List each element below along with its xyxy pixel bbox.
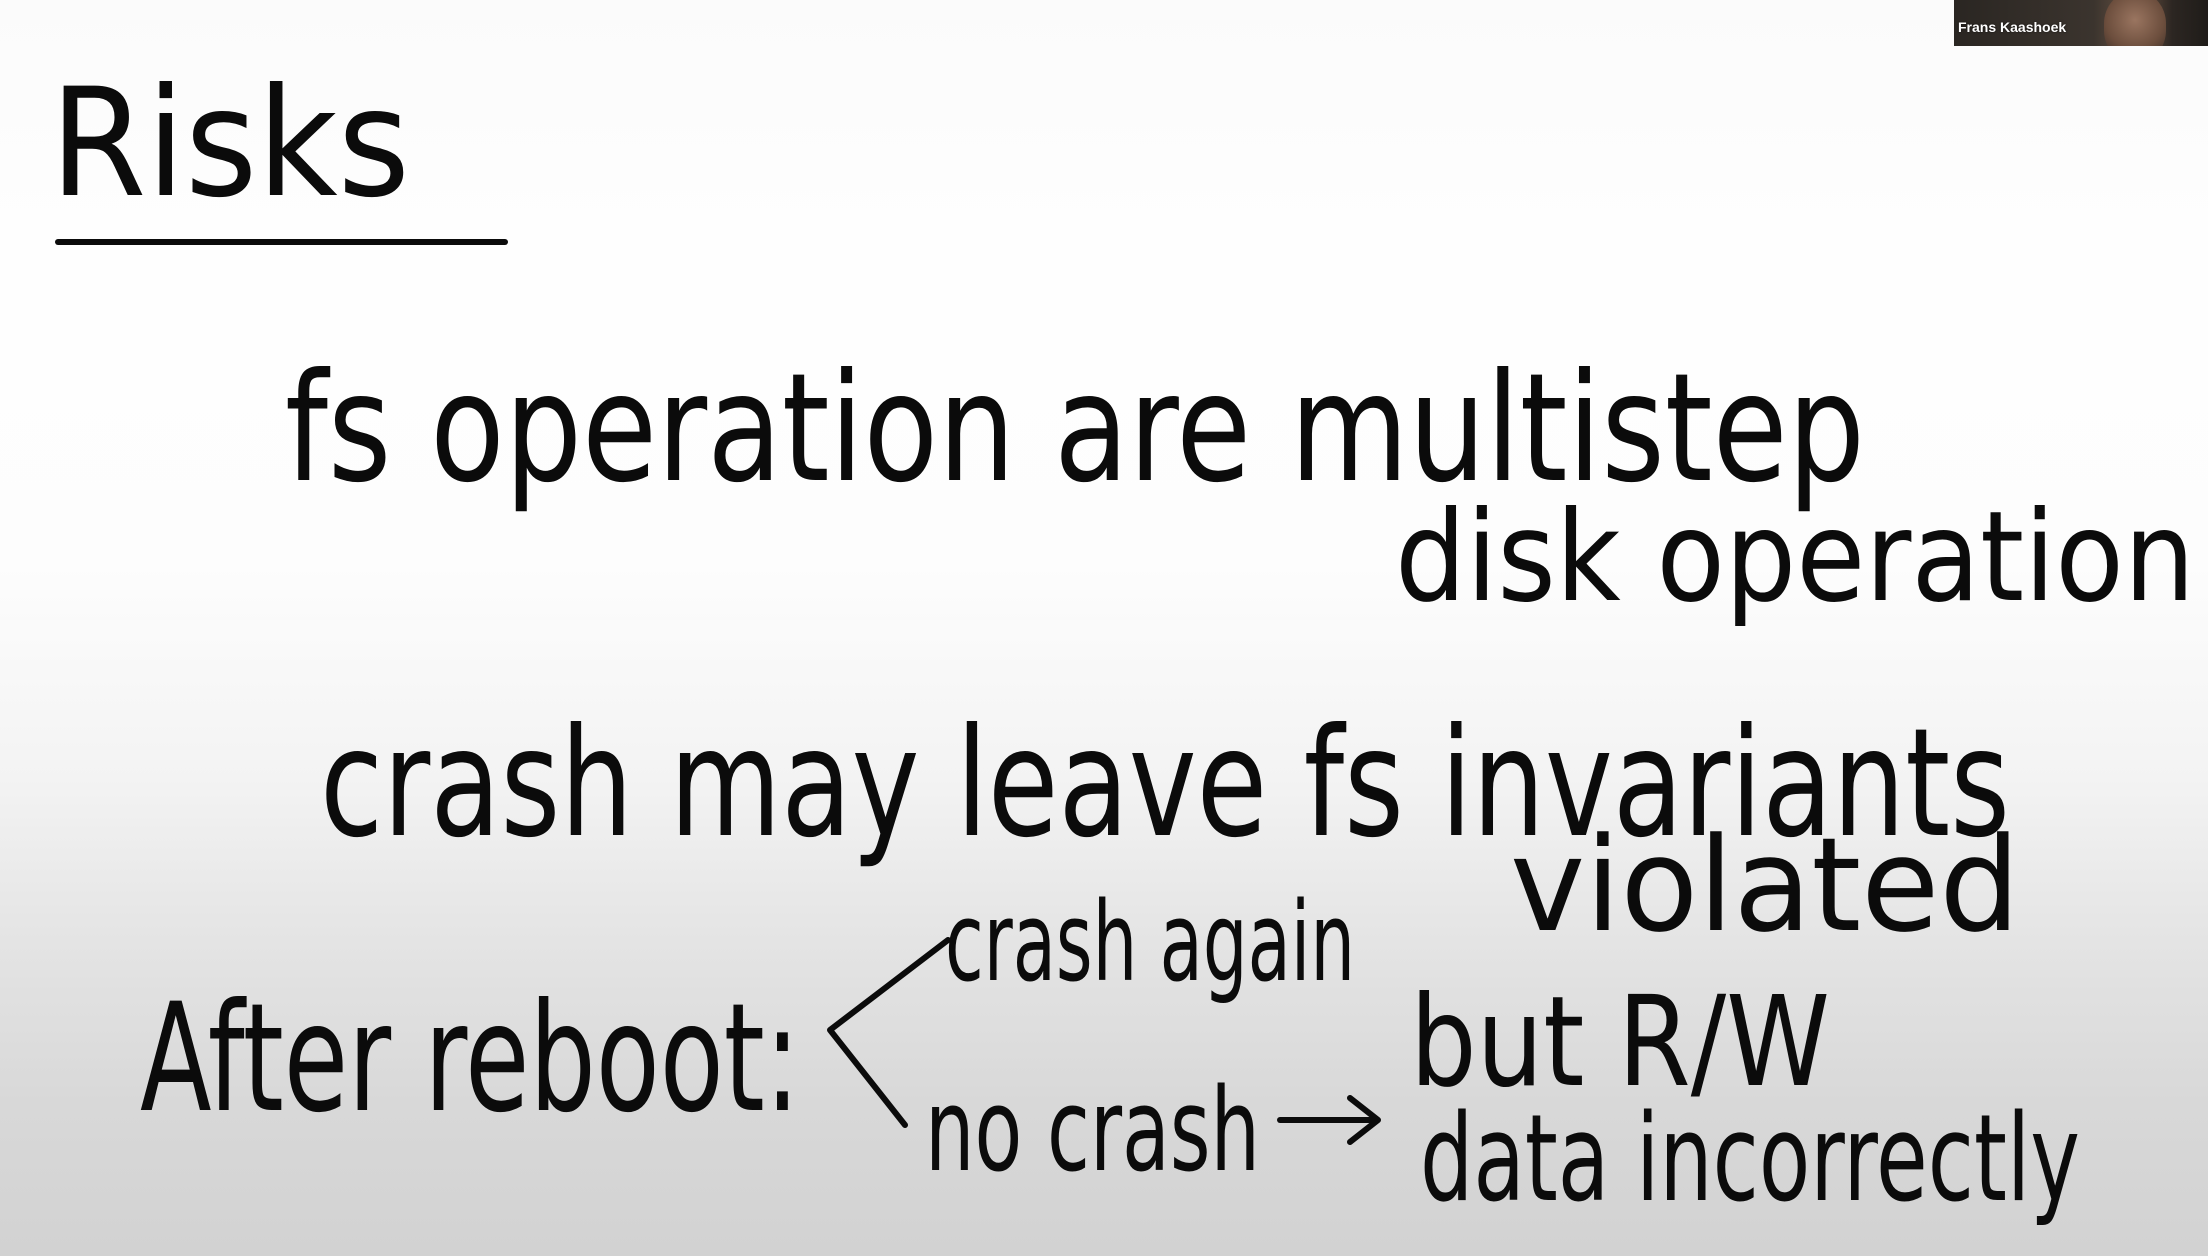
note-line-disk-operation: disk operation [1395, 485, 2195, 630]
branch-no-crash: no crash [925, 1064, 1260, 1198]
result-data-incorrectly: data incorrectly [1420, 1090, 2080, 1229]
handwriting-layer: Risks fs operation are multistep disk op… [50, 57, 2195, 1229]
note-line-violated: violated [1510, 809, 2020, 961]
participant-name-label: Frans Kaashoek [1958, 19, 2067, 35]
branch-crash-again: crash again [945, 878, 1355, 1006]
notes-title: Risks [50, 57, 410, 231]
whiteboard-canvas: Risks fs operation are multistep disk op… [0, 0, 2208, 1256]
participant-video-feed [2104, 0, 2166, 46]
right-arrow-icon [1277, 1095, 1381, 1145]
participant-video-tile[interactable]: Frans Kaashoek [1954, 0, 2208, 46]
note-line-after-reboot: After reboot: [140, 972, 800, 1146]
